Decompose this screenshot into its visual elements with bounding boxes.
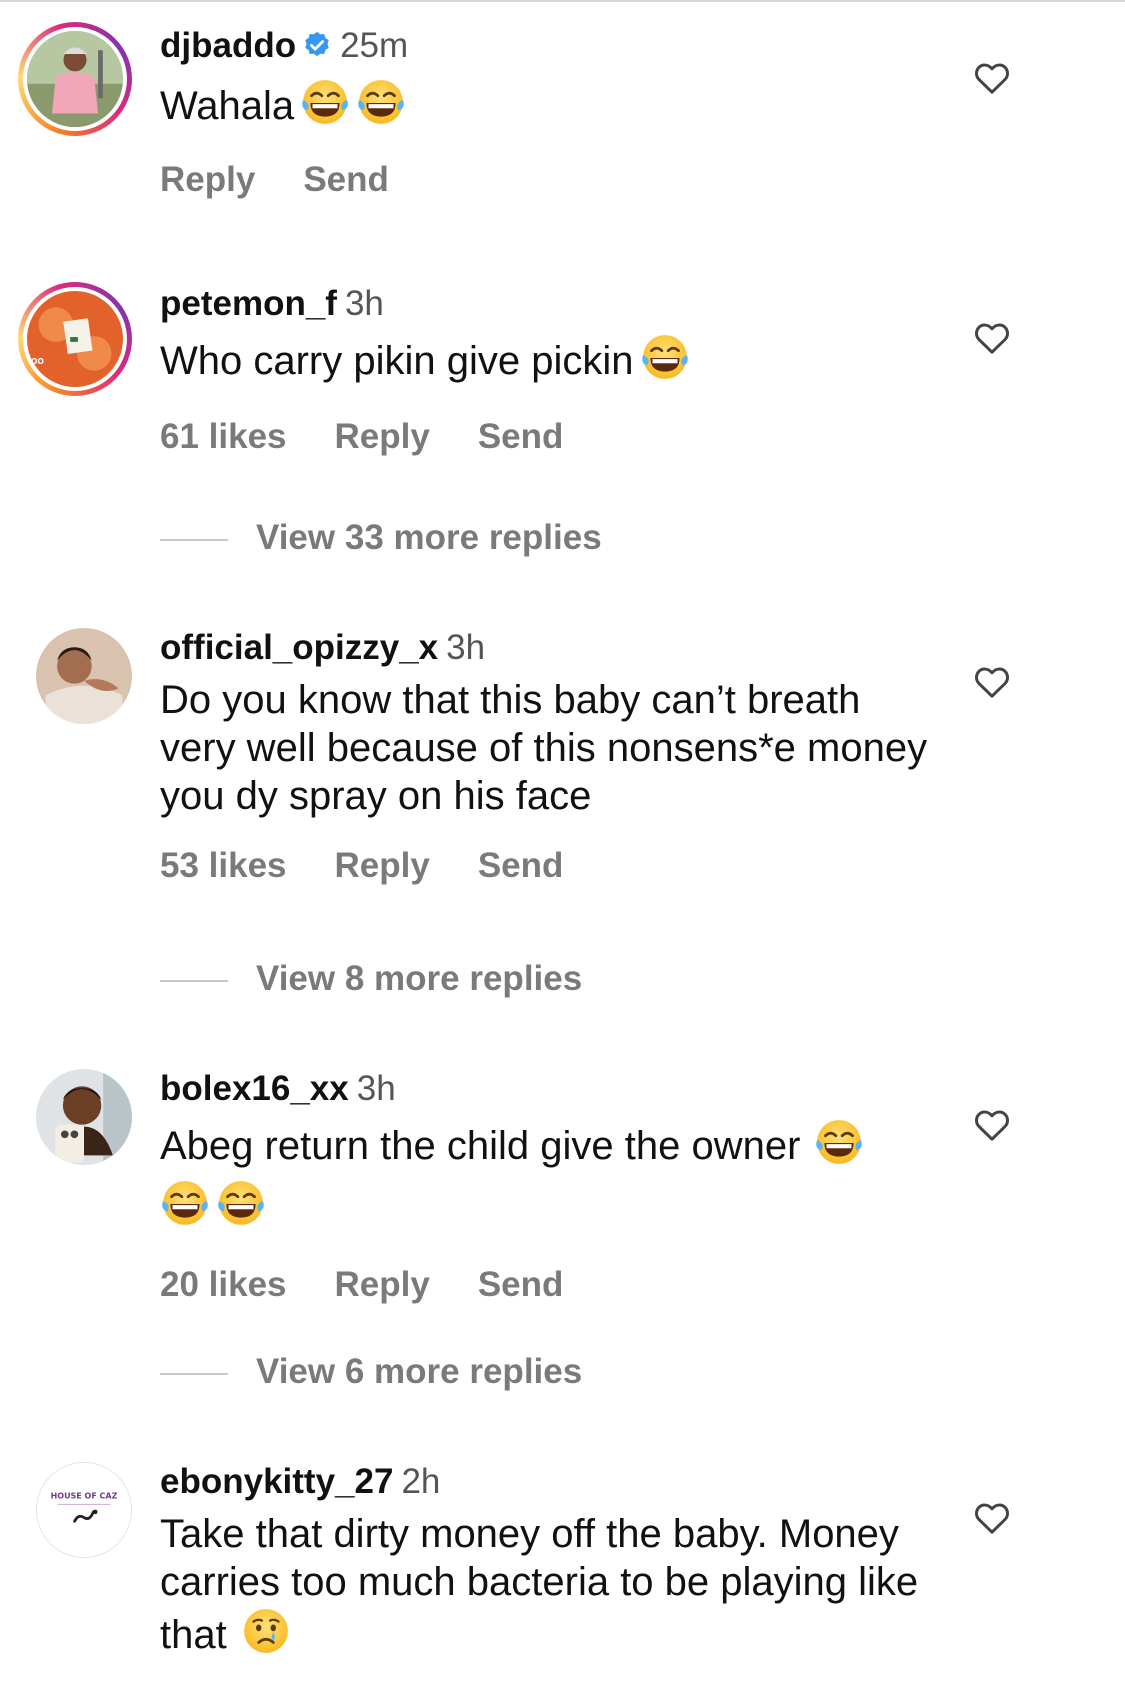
comment-username[interactable]: petemon_f	[160, 284, 337, 323]
likes-count[interactable]: 53 likes	[160, 846, 287, 885]
verified-badge-icon	[302, 29, 332, 69]
likes-count[interactable]: 61 likes	[160, 417, 287, 456]
comment-username[interactable]: ebonykitty_27	[160, 1462, 393, 1501]
tears-of-joy-emoji-icon	[640, 332, 690, 393]
view-more-replies-button[interactable]: View 6 more replies	[160, 1352, 582, 1392]
tears-of-joy-emoji-icon	[300, 77, 350, 138]
reply-button[interactable]: Reply	[335, 1265, 430, 1304]
tears-of-joy-emoji-icon	[216, 1178, 266, 1239]
avatar-logo-text: HOUSE OF CAZ	[51, 1492, 118, 1501]
view-replies-label: View 33 more replies	[256, 518, 602, 557]
like-heart-icon[interactable]	[972, 1498, 1012, 1538]
tears-of-joy-emoji-icon	[814, 1117, 864, 1178]
send-button[interactable]: Send	[478, 1265, 564, 1304]
avatar-official_opizzy_x[interactable]	[36, 628, 132, 724]
avatar-petemon_f[interactable]: OO	[18, 282, 132, 396]
comment-text-content: Wahala	[160, 84, 295, 128]
view-more-replies-button[interactable]: View 33 more replies	[160, 518, 602, 558]
send-button[interactable]: Send	[478, 417, 564, 456]
comment-time: 2h	[401, 1462, 441, 1501]
comment-time: 3h	[356, 1069, 396, 1108]
like-heart-icon[interactable]	[972, 58, 1012, 98]
like-heart-icon[interactable]	[972, 662, 1012, 702]
comment-text: Wahala	[160, 77, 975, 138]
avatar-djbaddo[interactable]	[18, 22, 132, 136]
comment-text-content: Who carry pikin give pickin	[160, 339, 634, 383]
reply-button[interactable]: Reply	[335, 417, 430, 456]
comment-time: 3h	[344, 284, 384, 323]
send-button[interactable]: Send	[478, 846, 564, 885]
view-replies-label: View 6 more replies	[256, 1352, 583, 1391]
svg-text:OO: OO	[31, 357, 45, 366]
comment-time: 25m	[340, 26, 409, 65]
send-button[interactable]: Send	[303, 160, 389, 199]
tears-of-joy-emoji-icon	[160, 1178, 210, 1239]
comment-username[interactable]: bolex16_xx	[160, 1069, 349, 1108]
reply-button[interactable]: Reply	[160, 160, 255, 199]
comment-username[interactable]: official_opizzy_x	[160, 628, 438, 667]
like-heart-icon[interactable]	[972, 1105, 1012, 1145]
avatar-ebonykitty_27[interactable]: HOUSE OF CAZ	[36, 1462, 132, 1558]
view-replies-label: View 8 more replies	[256, 959, 583, 998]
replies-divider	[160, 1372, 228, 1375]
like-heart-icon[interactable]	[972, 318, 1012, 358]
likes-count[interactable]: 20 likes	[160, 1265, 287, 1304]
top-divider	[0, 0, 1125, 2]
reply-button[interactable]: Reply	[335, 846, 430, 885]
crying-face-emoji-icon	[241, 1606, 291, 1667]
comment-time: 3h	[446, 628, 486, 667]
comment-text: Do you know that this baby can’t breath …	[160, 678, 928, 818]
replies-divider	[160, 538, 228, 541]
comment-text: Abeg return the child give the owner	[160, 1117, 940, 1239]
avatar-bolex16_xx[interactable]	[36, 1069, 132, 1165]
comment-text-content: Abeg return the child give the owner	[160, 1124, 801, 1168]
comment-text: Take that dirty money off the baby. Mone…	[160, 1510, 940, 1667]
replies-divider	[160, 979, 228, 982]
comment-username[interactable]: djbaddo	[160, 26, 296, 65]
tears-of-joy-emoji-icon	[356, 77, 406, 138]
comment-text: Who carry pikin give pickin	[160, 332, 975, 393]
view-more-replies-button[interactable]: View 8 more replies	[160, 959, 582, 999]
